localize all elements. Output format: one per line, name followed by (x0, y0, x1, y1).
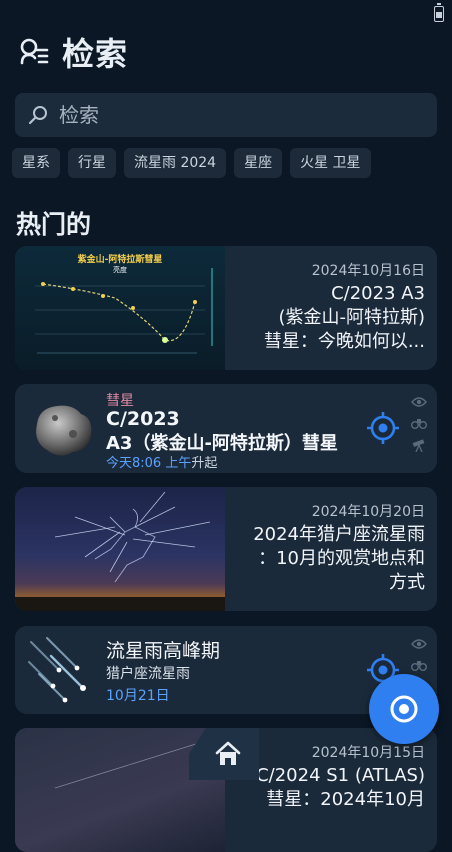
article-title-line: ：10月的观赏地点和 (258, 548, 425, 569)
visibility-icons (411, 638, 427, 672)
article-title-line: 彗星：今晚如何以... (263, 331, 425, 352)
comet-brightness-chart-image: 紫金山-阿特拉斯彗星 亮度 (15, 246, 225, 370)
event-subtitle: 猎户座流星雨 (106, 666, 190, 682)
comet-article-card[interactable]: 紫金山-阿特拉斯彗星 亮度 2024年10月16日 C/2023 A3 (紫金山… (15, 246, 437, 370)
article-title-line: 彗星：2024年10月 (266, 789, 425, 810)
home-icon (215, 741, 241, 765)
rise-time: 今天8:06 上午 (106, 456, 192, 471)
article-title: 2024年猎户座流星雨 ：10月的观赏地点和 方式 (253, 523, 425, 595)
rise-label: 升起 (191, 456, 218, 471)
chip-constellations[interactable]: 星座 (234, 148, 283, 178)
section-title: 热门的 (16, 210, 92, 239)
article-title: C/2024 S1 (ATLAS) 彗星：2024年10月 (256, 764, 425, 812)
orionids-night-sky-image (15, 487, 225, 611)
article-title-line: 方式 (389, 572, 425, 593)
telescope-icon (412, 439, 425, 452)
chip-meteor-showers[interactable]: 流星雨 2024 (124, 148, 227, 178)
filter-chips: 星系 行星 流星雨 2024 星座 火星 卫星 (12, 148, 371, 178)
binoculars-icon (411, 661, 427, 671)
eye-icon (411, 639, 427, 649)
target-icon[interactable] (366, 411, 400, 445)
visibility-icons (411, 396, 427, 452)
article-date: 2024年10月15日 (311, 745, 425, 761)
header: 检索 (18, 32, 129, 73)
search-icon (28, 106, 47, 125)
search-history-icon[interactable] (18, 36, 50, 68)
chip-planets[interactable]: 行星 (68, 148, 116, 178)
page-title: 检索 (62, 35, 129, 73)
meteor-shower-icon (28, 637, 86, 703)
chip-mars-moons[interactable]: 火星 卫星 (290, 148, 371, 178)
event-title: 流星雨高峰期 (106, 640, 221, 662)
article-date: 2024年10月20日 (311, 504, 425, 520)
chart-graphic (35, 268, 213, 354)
article-title-line: 2024年猎户座流星雨 (253, 524, 425, 545)
search-input[interactable] (57, 102, 421, 128)
comet-nucleus-image (36, 405, 92, 456)
orionids-article-card[interactable]: 2024年10月20日 2024年猎户座流星雨 ：10月的观赏地点和 方式 (15, 487, 437, 611)
article-title-line: (紫金山-阿特拉斯) (278, 307, 425, 328)
target-icon (390, 695, 418, 723)
battery-icon (434, 3, 444, 22)
search-bar[interactable] (15, 93, 437, 137)
status-bar (0, 0, 452, 28)
chip-galaxies[interactable]: 星系 (12, 148, 60, 178)
binoculars-icon (411, 419, 427, 429)
atlas-comet-image (15, 728, 225, 852)
comet-object-card[interactable]: 彗星 C/2023 A3（紫金山-阿特拉斯）彗星 今天8:06 上午升起 (15, 384, 437, 473)
event-date: 10月21日 (106, 688, 170, 704)
eye-icon (411, 397, 427, 407)
article-title: C/2023 A3 (紫金山-阿特拉斯) 彗星：今晚如何以... (264, 282, 425, 354)
object-rise-info: 今天8:06 上午升起 (106, 452, 217, 471)
article-title-line: C/2024 S1 (ATLAS) (256, 765, 425, 786)
object-category: 彗星 (106, 393, 134, 409)
sky-view-fab[interactable] (369, 674, 439, 744)
object-name-line1: C/2023 (106, 408, 180, 430)
article-title-line: C/2023 A3 (331, 283, 425, 304)
article-date: 2024年10月16日 (311, 263, 425, 279)
